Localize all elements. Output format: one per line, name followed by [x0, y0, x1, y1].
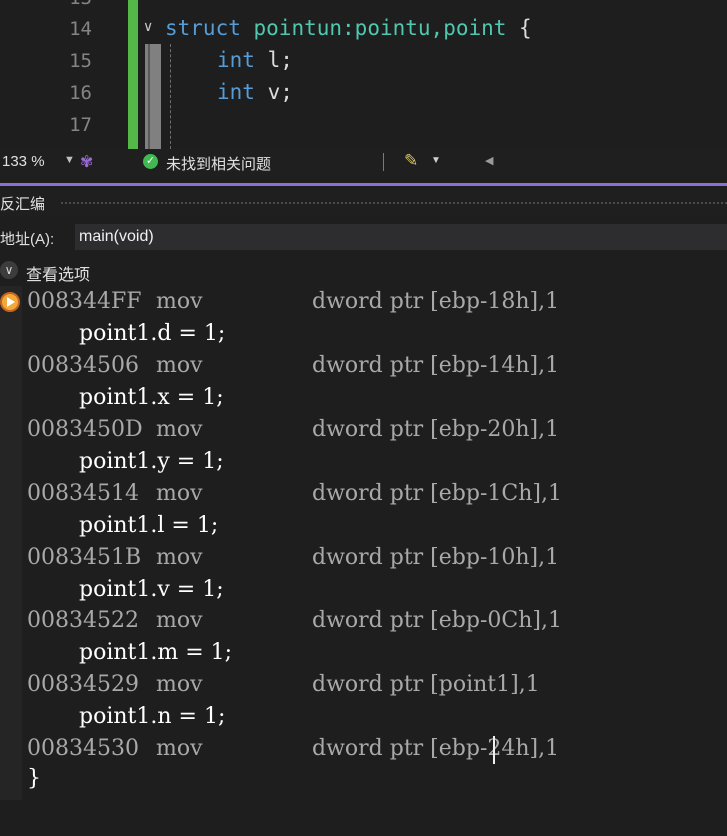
- asm-address: 00834530: [27, 736, 139, 761]
- panel-accent-line: [0, 183, 727, 186]
- asm-operands: dword ptr [ebp-24h],1: [312, 736, 560, 761]
- asm-opcode: mov: [156, 608, 203, 633]
- asm-address: 00834522: [27, 608, 139, 633]
- source-line[interactable]: point1.v = 1;: [79, 577, 224, 602]
- indent-guide: [170, 44, 171, 149]
- source-line[interactable]: point1.y = 1;: [79, 449, 224, 474]
- open-brace: {: [506, 16, 532, 40]
- code-editor[interactable]: 13 14 15 16 17 ∨ struct pointun:pointu,p…: [0, 0, 727, 149]
- source-line[interactable]: point1.x = 1;: [79, 385, 224, 410]
- current-instruction-icon: [0, 292, 20, 312]
- selection-margin: [145, 44, 161, 149]
- field-name: v;: [254, 80, 293, 104]
- line-number: 17: [69, 114, 92, 136]
- base-type: point: [443, 16, 507, 40]
- asm-operands: dword ptr [ebp-10h],1: [312, 545, 560, 570]
- scroll-left-icon[interactable]: ◀: [485, 154, 493, 167]
- editor-status-bar: 133 % ▼ ✾ ✓ 未找到相关问题 ✎ ▼ ◀: [0, 149, 727, 177]
- asm-opcode: mov: [156, 481, 203, 506]
- source-line[interactable]: point1.l = 1;: [79, 513, 218, 538]
- issues-status[interactable]: 未找到相关问题: [166, 153, 271, 174]
- change-tracking-bar: [128, 0, 138, 149]
- address-row: 地址(A): main(void): [0, 224, 727, 250]
- asm-operands: dword ptr [ebp-18h],1: [312, 289, 560, 314]
- asm-operands: dword ptr [point1],1: [312, 672, 540, 697]
- chevron-down-icon[interactable]: ▼: [431, 155, 441, 166]
- asm-address: 00834506: [27, 353, 139, 378]
- asm-opcode: mov: [156, 289, 203, 314]
- asm-address: 00834529: [27, 672, 139, 697]
- base-list: :pointu,: [342, 16, 444, 40]
- disassembly-title-bar[interactable]: 反汇编: [0, 190, 727, 216]
- view-options-label: 查看选项: [26, 267, 91, 284]
- code-cleanup-icon[interactable]: ✎: [404, 151, 418, 171]
- code-line-field[interactable]: int v;: [217, 80, 293, 104]
- intellicode-icon[interactable]: ✾: [80, 152, 100, 172]
- asm-operands: dword ptr [ebp-1Ch],1: [312, 481, 562, 506]
- text-cursor: [493, 736, 495, 764]
- checkmark-circle-icon: ✓: [143, 154, 158, 169]
- indicator-margin[interactable]: [0, 286, 22, 800]
- line-number: 14: [69, 18, 92, 40]
- chevron-down-icon[interactable]: ∨: [0, 261, 18, 279]
- asm-opcode: mov: [156, 545, 203, 570]
- chevron-down-icon[interactable]: ▼: [64, 154, 75, 166]
- source-line[interactable]: point1.n = 1;: [79, 704, 225, 729]
- code-line-field[interactable]: int l;: [217, 48, 293, 72]
- keyword: int: [217, 80, 255, 104]
- source-line[interactable]: }: [27, 766, 41, 791]
- drag-grip[interactable]: [60, 201, 727, 206]
- line-number: 15: [69, 50, 92, 72]
- panel-title: 反汇编: [0, 196, 46, 213]
- divider: [383, 153, 384, 171]
- line-number: 16: [69, 82, 92, 104]
- asm-operands: dword ptr [ebp-20h],1: [312, 417, 560, 442]
- code-line-struct[interactable]: struct pointun:pointu,point {: [165, 16, 532, 40]
- asm-opcode: mov: [156, 736, 203, 761]
- source-line[interactable]: point1.m = 1;: [79, 640, 232, 665]
- asm-operands: dword ptr [ebp-0Ch],1: [312, 608, 562, 633]
- asm-address: 0083450D: [27, 417, 143, 442]
- asm-operands: dword ptr [ebp-14h],1: [312, 353, 560, 378]
- field-name: l;: [254, 48, 293, 72]
- type-name: pointun: [253, 16, 343, 40]
- address-input[interactable]: main(void): [75, 224, 727, 250]
- asm-address: 008344FF: [27, 289, 142, 314]
- chevron-down-icon[interactable]: ∨: [143, 18, 161, 36]
- asm-address: 00834514: [27, 481, 139, 506]
- line-number: 13: [0, 0, 92, 9]
- asm-opcode: mov: [156, 353, 203, 378]
- source-line[interactable]: point1.d = 1;: [79, 321, 225, 346]
- keyword: struct: [165, 16, 241, 40]
- asm-opcode: mov: [156, 672, 203, 697]
- keyword: int: [217, 48, 255, 72]
- address-label: 地址(A):: [0, 231, 55, 248]
- zoom-level[interactable]: 133 %: [2, 153, 45, 170]
- asm-address: 0083451B: [27, 545, 142, 570]
- asm-opcode: mov: [156, 417, 203, 442]
